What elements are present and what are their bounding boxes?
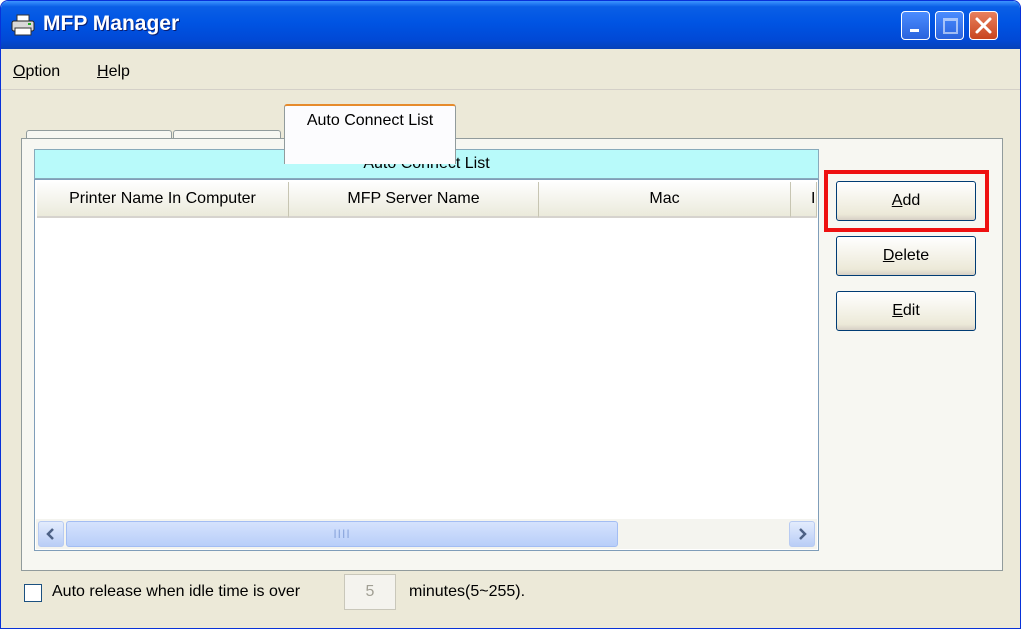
tab-auto-connect-list[interactable]: Auto Connect List xyxy=(284,104,456,164)
edit-button-label: dit xyxy=(902,302,920,319)
menu-help[interactable]: Help xyxy=(97,63,130,81)
auto-release-label: Auto release when idle time is over xyxy=(52,583,301,600)
menu-option-label: ption xyxy=(25,63,61,80)
minimize-button[interactable] xyxy=(901,11,930,40)
delete-button-accel: D xyxy=(882,247,895,264)
printer-icon xyxy=(11,14,35,36)
column-header-truncated[interactable]: I xyxy=(791,182,817,218)
horizontal-scrollbar[interactable]: IIII xyxy=(36,519,817,549)
menu-bar: Option Help xyxy=(1,49,1020,90)
add-button-highlight xyxy=(824,170,989,232)
column-header-server-name[interactable]: MFP Server Name xyxy=(289,182,539,218)
delete-button-label: elete xyxy=(894,247,930,264)
chevron-left-icon xyxy=(46,528,54,540)
auto-release-checkbox[interactable] xyxy=(24,584,42,602)
scroll-right-button[interactable] xyxy=(789,521,815,547)
close-button[interactable] xyxy=(969,11,998,40)
edit-button-accel: E xyxy=(892,302,903,319)
maximize-button[interactable] xyxy=(935,11,964,40)
minutes-range-label: minutes(5~255). xyxy=(409,583,526,600)
title-bar[interactable]: MFP Manager xyxy=(1,1,1020,49)
menu-option-accel: O xyxy=(13,63,26,80)
menu-help-accel: H xyxy=(97,63,109,80)
scroll-left-button[interactable] xyxy=(38,521,64,547)
menu-option[interactable]: Option xyxy=(13,63,60,81)
menu-help-label: elp xyxy=(108,63,130,80)
window-title: MFP Manager xyxy=(43,12,180,35)
column-header-mac[interactable]: Mac xyxy=(539,182,791,218)
edit-button[interactable]: Edit xyxy=(836,291,976,331)
column-header-printer-name[interactable]: Printer Name In Computer xyxy=(37,182,289,218)
idle-minutes-input[interactable]: 5 xyxy=(344,574,396,610)
close-icon xyxy=(975,17,992,34)
delete-button[interactable]: Delete xyxy=(836,236,976,276)
auto-connect-listview[interactable]: Printer Name In Computer MFP Server Name… xyxy=(34,179,819,551)
chevron-right-icon xyxy=(799,528,807,540)
scrollbar-thumb[interactable]: IIII xyxy=(66,521,618,547)
